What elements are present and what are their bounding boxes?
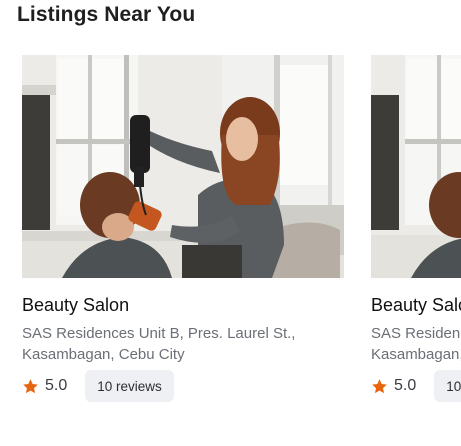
listing-title[interactable]: Beauty Salon bbox=[22, 295, 129, 316]
listing-address: SAS Residences Unit B, Pres. Laurel St.,… bbox=[371, 325, 461, 363]
reviews-chip[interactable]: 10 reviews bbox=[85, 370, 174, 402]
listing-card[interactable]: Beauty Salon SAS Residences Unit B, Pres… bbox=[371, 55, 461, 402]
rating-row: 5.0 10 reviews bbox=[22, 370, 174, 402]
listing-photo[interactable] bbox=[22, 55, 344, 278]
listing-address: SAS Residences Unit B, Pres. Laurel St.,… bbox=[22, 325, 296, 363]
listing-title[interactable]: Beauty Salon bbox=[371, 295, 461, 316]
rating-row: 5.0 10 reviews bbox=[371, 370, 461, 402]
rating-value: 5.0 bbox=[394, 377, 417, 394]
reviews-chip[interactable]: 10 reviews bbox=[434, 370, 461, 402]
star-icon bbox=[23, 378, 38, 393]
listing-card[interactable]: Beauty Salon SAS Residences Unit B, Pres… bbox=[22, 55, 344, 402]
rating-value: 5.0 bbox=[45, 377, 68, 394]
listing-photo[interactable] bbox=[371, 55, 461, 278]
listings-carousel[interactable]: Beauty Salon SAS Residences Unit B, Pres… bbox=[0, 0, 461, 446]
star-icon bbox=[372, 378, 387, 393]
